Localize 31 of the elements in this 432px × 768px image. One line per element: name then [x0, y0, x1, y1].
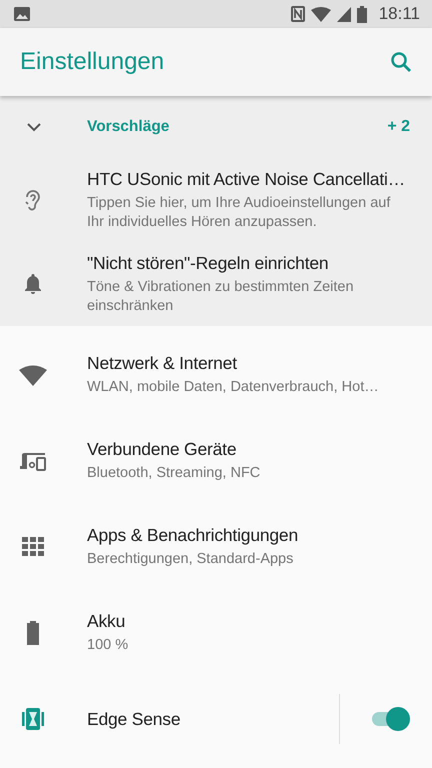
setting-summary: Tippen Sie hier, um Ihre Audioeinstellungen auf Ihr individuelles Hören anzupassen.	[87, 194, 392, 232]
setting-summary: Berechtigungen, Standard-Apps	[87, 550, 294, 569]
clock: 18:11	[378, 4, 420, 24]
setting-title: Verbundene Geräte	[87, 439, 238, 460]
nfc-icon	[290, 6, 305, 22]
setting-title: Edge Sense	[87, 708, 182, 730]
setting-title: HTC USonic mit Active Noise Cancellati…	[87, 168, 406, 190]
battery-status-icon	[356, 6, 367, 22]
apps-grid-icon	[22, 537, 44, 557]
setting-title: Apps & Benachrichtigungen	[87, 525, 299, 546]
battery-icon	[26, 621, 40, 645]
ear-icon	[24, 188, 42, 212]
search-icon[interactable]	[390, 51, 412, 73]
cell-signal-icon	[336, 6, 351, 22]
phone-squeeze-icon	[20, 707, 44, 731]
setting-summary: Bluetooth, Streaming, NFC	[87, 464, 262, 483]
setting-summary: WLAN, mobile Daten, Datenverbrauch, Hot…	[87, 378, 380, 397]
app-title: Einstellungen	[20, 48, 166, 76]
wifi-signal-icon	[310, 6, 331, 22]
setting-title: Akku	[87, 611, 126, 632]
chevron-icon[interactable]	[26, 122, 40, 132]
section-title: Vorschläge	[87, 118, 170, 136]
setting-title: "Nicht stören"-Regeln einrichten	[87, 252, 330, 274]
bell-icon	[22, 273, 42, 295]
suggestion-count: + 2	[387, 118, 410, 136]
setting-summary: 100 %	[87, 636, 130, 655]
setting-summary: Töne & Vibrationen zu bestimmten Zeiten einschränken	[87, 278, 355, 316]
image-icon	[14, 7, 30, 21]
devices-icon	[18, 451, 46, 471]
setting-title: Netzwerk & Internet	[87, 353, 238, 374]
wifi-icon	[18, 364, 46, 386]
